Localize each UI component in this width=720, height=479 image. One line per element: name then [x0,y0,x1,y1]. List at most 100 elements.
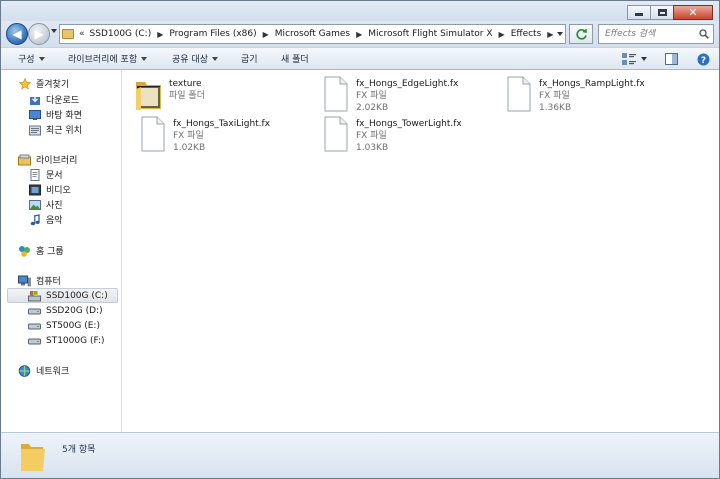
new-folder-button[interactable]: 새 폴더 [281,48,309,69]
address-bar[interactable]: « SSD100G (C:) ▶ Program Files (x86) ▶ Mic… [59,24,566,44]
view-controls: ? [611,50,711,68]
refresh-icon [575,28,587,40]
breadcrumb-separator-icon[interactable]: ▶ [499,30,505,39]
breadcrumb-label: Microsoft Flight Simulator X [368,29,493,39]
nav-label: 네트워크 [36,367,70,377]
hard-drive-icon [28,319,41,332]
nav-homegroup[interactable]: 홈 그룹 [18,243,64,258]
close-button[interactable]: ✕ [673,5,713,20]
details-pane: 5개 항목 [1,432,719,478]
nav-libraries[interactable]: 라이브러리 [18,152,77,167]
file-type: FX 파일 [356,131,387,141]
nav-downloads[interactable]: 다운로드 [28,92,79,107]
file-size: 1.02KB [173,143,206,153]
nav-computer[interactable]: 컴퓨터 [18,273,61,288]
nav-pictures[interactable]: 사진 [28,197,63,212]
nav-videos[interactable]: 비디오 [28,182,71,197]
explorer-window: ✕ ◀ ▶ « SSD100G (C:) ▶ Program Files (x86… [0,0,720,479]
search-input[interactable] [605,29,693,39]
file-type: 파일 폴더 [169,91,205,101]
star-icon [18,77,31,90]
file-item-ramplight[interactable]: fx_Hongs_RampLight.fx FX 파일 1.36KB [505,76,645,116]
navigation-pane: 즐겨찾기 다운로드 바탕 화면 최근 위치 라이브러리 문서 비디오 사진 음악… [1,70,122,432]
file-type: FX 파일 [356,91,387,101]
breadcrumb-separator-icon[interactable]: ▶ [157,30,163,39]
help-button[interactable]: ? [695,51,711,67]
file-details: texture 파일 폴더 [169,76,205,116]
file-details: fx_Hongs_EdgeLight.fx FX 파일 2.02KB [356,76,458,116]
file-type: FX 파일 [539,91,570,101]
nav-music[interactable]: 음악 [28,212,63,227]
nav-desktop[interactable]: 바탕 화면 [28,107,82,122]
breadcrumb-separator-icon[interactable]: ▶ [356,30,362,39]
nav-network[interactable]: 네트워크 [18,363,69,378]
caption-buttons: ✕ [627,5,713,20]
nav-drive-c[interactable]: SSD100G (C:) [7,288,118,303]
address-history-button[interactable] [554,25,566,43]
breadcrumb-program-files[interactable]: Program Files (x86) ▶ [169,29,274,39]
nav-label: ST1000G (F:) [46,335,105,346]
hard-drive-icon [28,304,41,317]
nav-label: SSD100G (C:) [46,290,108,301]
breadcrumb-drive[interactable]: SSD100G (C:) ▶ [90,29,170,39]
file-item-texture[interactable]: texture 파일 폴더 [135,76,205,116]
breadcrumb-separator-icon[interactable]: ▶ [547,30,553,39]
document-icon [505,76,533,112]
nav-label: 사진 [46,201,63,211]
file-details: fx_Hongs_RampLight.fx FX 파일 1.36KB [539,76,645,116]
include-in-library-menu[interactable]: 라이브러리에 포함 [68,48,148,69]
back-arrow-icon: ◀ [12,27,22,41]
maximize-button[interactable] [650,5,674,20]
share-with-menu[interactable]: 공유 대상 [172,48,218,69]
file-name: fx_Hongs_RampLight.fx [539,79,645,89]
file-size: 2.02KB [356,103,389,113]
breadcrumb-effects[interactable]: Effects ▶ [511,29,560,39]
breadcrumb-separator-icon[interactable]: ▶ [263,30,269,39]
organize-menu[interactable]: 구성 [18,48,45,69]
system-drive-icon [28,289,41,302]
document-icon [322,116,350,152]
search-icon[interactable] [699,29,709,39]
nav-recent-places[interactable]: 최근 위치 [28,122,82,137]
picture-icon [28,198,41,211]
forward-arrow-icon: ▶ [34,27,44,41]
breadcrumb-label: SSD100G (C:) [89,29,152,39]
nav-label: 컴퓨터 [36,277,61,287]
nav-drive-f[interactable]: ST1000G (F:) [28,333,104,348]
file-list: texture 파일 폴더 fx_Hongs_EdgeLight.fx FX 파… [122,70,719,432]
address-overflow-chevrons[interactable]: « [79,29,85,39]
share-with-label: 공유 대상 [172,55,208,65]
minimize-button[interactable] [627,5,651,20]
back-button[interactable]: ◀ [6,23,28,45]
refresh-button[interactable] [569,24,593,44]
help-icon: ? [697,53,709,66]
file-item-edgelight[interactable]: fx_Hongs_EdgeLight.fx FX 파일 2.02KB [322,76,458,116]
folder-icon [19,439,47,473]
file-size: 1.36KB [539,103,572,113]
nav-drive-e[interactable]: ST500G (E:) [28,318,100,333]
file-item-taxilight[interactable]: fx_Hongs_TaxiLight.fx FX 파일 1.02KB [139,116,270,156]
nav-favorites[interactable]: 즐겨찾기 [18,76,69,91]
forward-button[interactable]: ▶ [28,23,50,45]
breadcrumb-microsoft-games[interactable]: Microsoft Games ▶ [275,29,368,39]
nav-drive-d[interactable]: SSD20G (D:) [28,303,103,318]
file-item-towerlight[interactable]: fx_Hongs_TowerLight.fx FX 파일 1.03KB [322,116,462,156]
burn-button[interactable]: 굽기 [241,48,258,69]
minimize-icon [635,13,643,16]
nav-label: ST500G (E:) [46,320,100,331]
download-folder-icon [28,93,41,106]
chevron-down-icon [141,56,148,61]
network-icon [18,364,31,377]
breadcrumb-flight-simulator[interactable]: Microsoft Flight Simulator X ▶ [368,29,510,39]
nav-label: 즐겨찾기 [36,80,70,90]
nav-label: 문서 [46,171,63,181]
computer-icon [18,274,31,287]
nav-documents[interactable]: 문서 [28,167,63,182]
recent-pages-dropdown-icon[interactable] [51,29,57,33]
homegroup-icon [18,244,31,257]
search-box[interactable] [598,24,714,44]
change-view-button[interactable] [621,51,647,67]
preview-pane-button[interactable] [663,51,679,67]
chevron-down-icon [211,56,218,61]
document-icon [139,116,167,152]
